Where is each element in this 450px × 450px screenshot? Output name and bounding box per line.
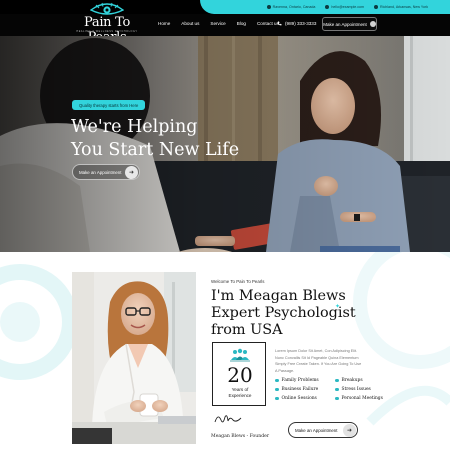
- topbar-address-text: Ravenna, Ontario, Canada: [272, 5, 316, 9]
- nav-home[interactable]: Home: [158, 21, 170, 26]
- hero-title-line-2: You Start New Life: [71, 140, 240, 160]
- phone-icon: [277, 21, 282, 26]
- hero-title: We're Helping You Start New Life: [71, 116, 301, 162]
- topbar-email[interactable]: hello@example.com: [325, 5, 364, 9]
- founder-caption: Meagan Blews - Founder: [211, 434, 270, 439]
- about-paragraph-line: A Passage.: [275, 368, 295, 373]
- experience-label: Years of Experience: [213, 387, 267, 399]
- hero-section: Quality therapy starts from Here We're H…: [0, 36, 450, 252]
- service-item: Breakups: [335, 378, 395, 383]
- nav-blog[interactable]: Blog: [237, 21, 246, 26]
- about-appointment-button[interactable]: Make an Appointment ➜: [288, 422, 358, 438]
- nav-phone[interactable]: (989) 333-3333: [277, 21, 316, 26]
- service-label: Personal Meetings: [341, 396, 383, 401]
- arrow-right-icon: ➜: [125, 166, 138, 179]
- site-logo[interactable]: Pain To Pearls HEALING & WELLNESS PSYCHO…: [70, 2, 144, 45]
- about-section: Welcome To Pain To Pearls I'm Meagan Ble…: [0, 252, 450, 450]
- arrow-circle-icon: [369, 21, 376, 27]
- bullet-icon: [335, 396, 339, 401]
- service-label: Business Failure: [281, 387, 319, 392]
- hero-appointment-label: Make an Appointment: [79, 169, 122, 175]
- main-navigation: Pain To Pearls HEALING & WELLNESS PSYCHO…: [0, 2, 450, 45]
- arrow-right-icon: ➜: [343, 424, 356, 437]
- about-heading: I'm Meagan Blews Expert Psychologist fro…: [211, 288, 411, 339]
- nav-service[interactable]: Service: [210, 21, 225, 26]
- nav-appointment-button[interactable]: Make an Appointment: [322, 17, 377, 31]
- signature-image: [214, 415, 242, 423]
- service-item: Personal Meetings: [335, 396, 395, 401]
- page: Ravenna, Ontario, Canada hello@example.c…: [0, 0, 450, 450]
- eye-logo-icon: [90, 2, 124, 15]
- topbar-location-text: Richland, Arkansas, New York: [380, 5, 428, 9]
- nav-appointment-label: Make an Appointment: [323, 21, 367, 27]
- service-label: Breakups: [341, 378, 363, 383]
- topbar-email-text: hello@example.com: [331, 5, 365, 9]
- topbar-address[interactable]: Ravenna, Ontario, Canada: [266, 5, 316, 9]
- envelope-icon: [325, 5, 330, 9]
- service-label: Online Sessions: [281, 396, 317, 401]
- bullet-icon: [275, 387, 279, 392]
- experience-years-number: 20: [227, 363, 253, 387]
- about-heading-line-3: from USA: [211, 322, 283, 338]
- service-label: Family Problems: [281, 378, 319, 383]
- topbar-location[interactable]: Richland, Arkansas, New York: [374, 5, 428, 9]
- experience-label-line-2: Experience: [228, 393, 252, 398]
- nav-phone-text: (989) 333-3333: [285, 21, 317, 26]
- team-icon: [230, 348, 250, 362]
- service-item: Stress Issues: [335, 387, 395, 392]
- nav-menu: Home About us Service Blog Contact us: [158, 21, 279, 26]
- sparkle-icon: ✦: [335, 304, 341, 310]
- bullet-icon: [335, 378, 339, 383]
- experience-card: 20 Years of Experience: [212, 342, 266, 406]
- contact-strip: Ravenna, Ontario, Canada hello@example.c…: [200, 0, 450, 14]
- bullet-icon: [335, 387, 339, 392]
- logo-tagline: HEALING & WELLNESS PSYCHOLOGY: [76, 30, 138, 33]
- psychologist-photo: [72, 272, 196, 444]
- services-list: Family Problems Breakups Business Failur…: [275, 378, 395, 401]
- top-info-bar: Ravenna, Ontario, Canada hello@example.c…: [0, 0, 450, 14]
- hero-appointment-button[interactable]: Make an Appointment ➜: [72, 164, 140, 180]
- nav-contact[interactable]: Contact us: [257, 21, 279, 26]
- location-pin-icon: [266, 5, 271, 9]
- service-item: Family Problems: [275, 378, 335, 383]
- map-icon: [374, 5, 379, 9]
- about-appointment-label: Make an Appointment: [295, 427, 338, 433]
- hero-title-line-1: We're Helping: [71, 117, 198, 137]
- bullet-icon: [275, 378, 279, 383]
- about-heading-line-1: I'm Meagan Blews: [211, 288, 346, 304]
- service-item: Online Sessions: [275, 396, 335, 401]
- service-item: Business Failure: [275, 387, 335, 392]
- portrait-image: [72, 272, 196, 444]
- about-paragraph: Lorem Ipsum Dolor Sit Amet, Con Adipisci…: [275, 348, 387, 374]
- nav-about[interactable]: About us: [181, 21, 199, 26]
- about-heading-line-2: Expert Psychologist: [211, 305, 356, 321]
- welcome-text: Welcome To Pain To Pearls: [211, 279, 265, 284]
- hero-badge: Quality therapy starts from Here: [72, 100, 146, 110]
- service-label: Stress Issues: [341, 387, 371, 392]
- bullet-icon: [275, 396, 279, 401]
